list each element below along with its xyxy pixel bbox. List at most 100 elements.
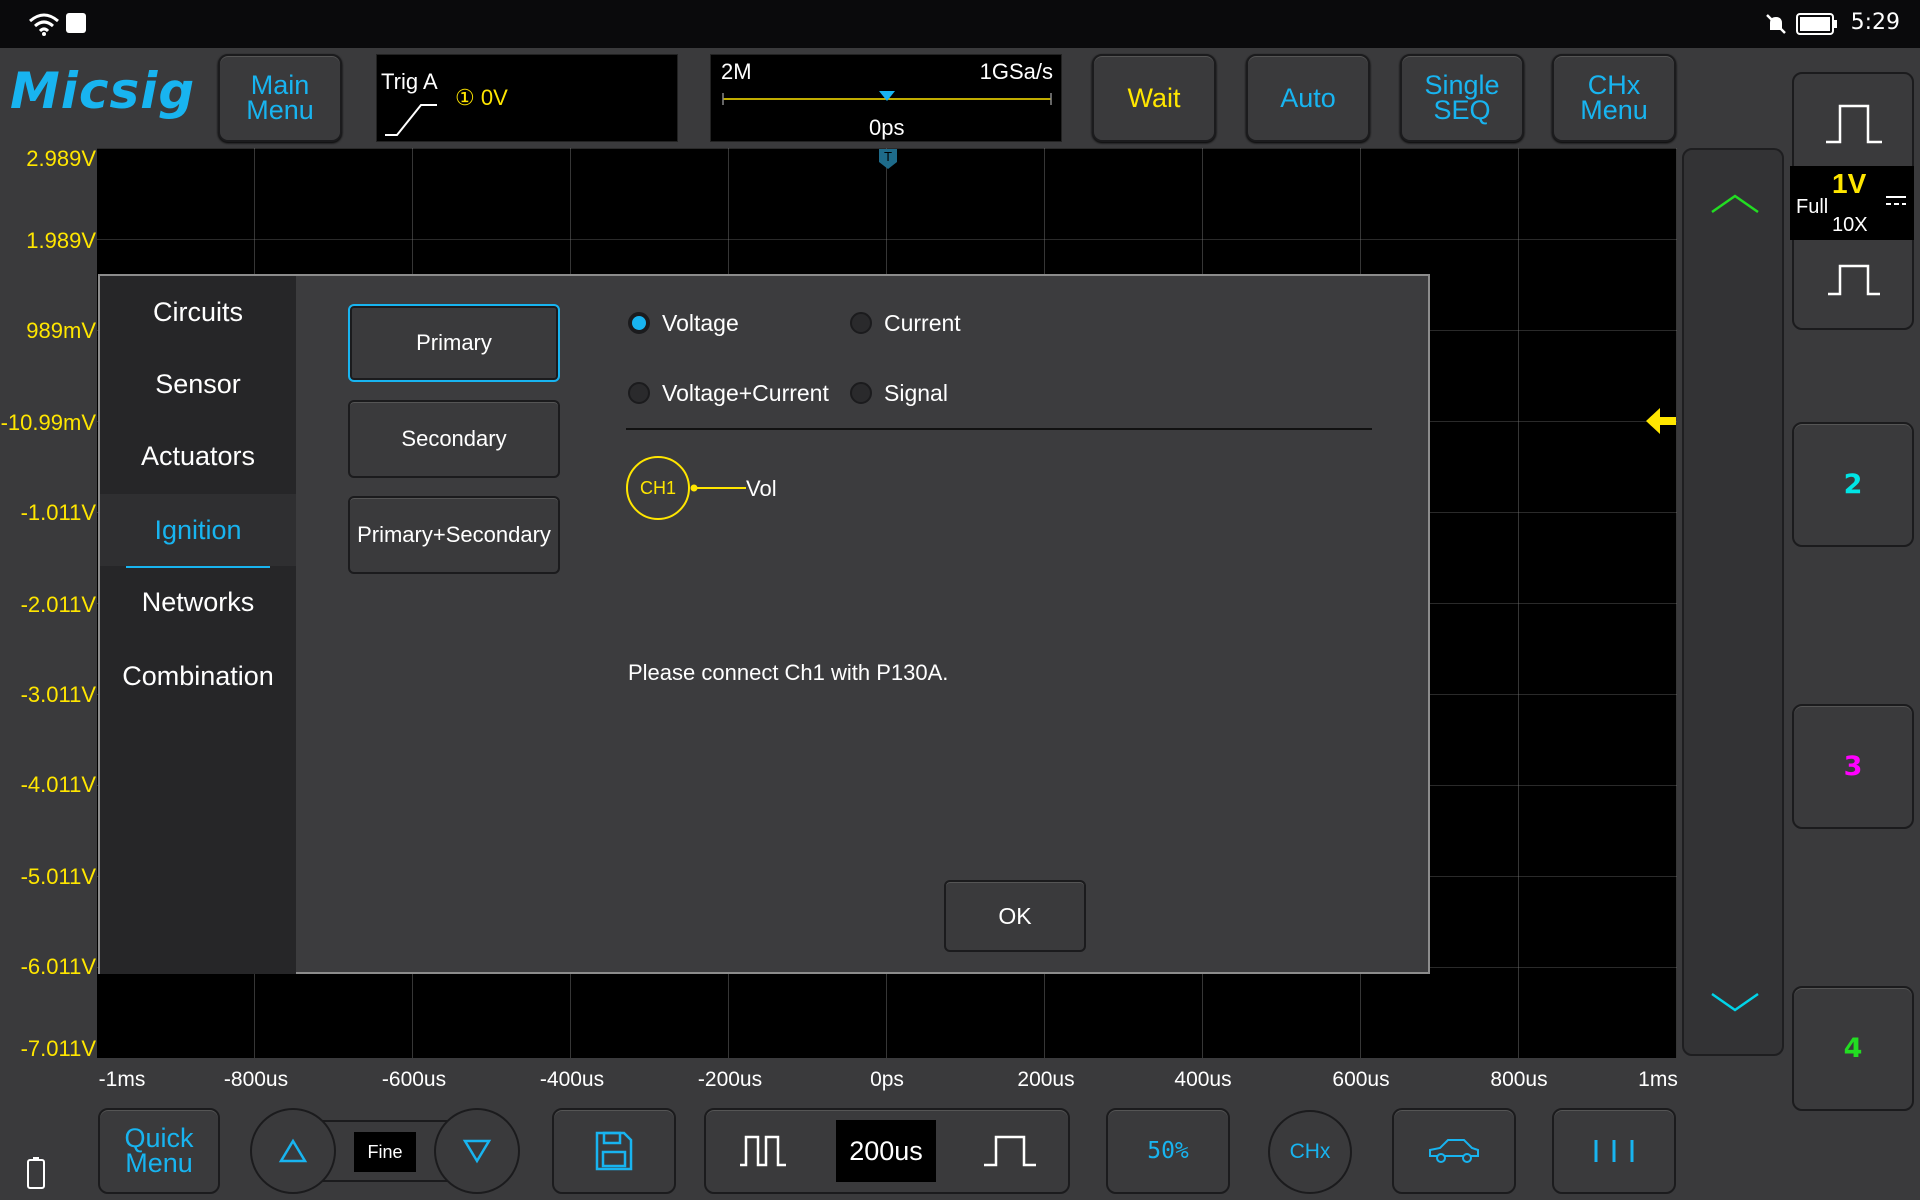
ch1-probe-indicator: CH1: [626, 456, 690, 520]
category-circuits[interactable]: Circuits: [100, 276, 296, 348]
cursor-button[interactable]: [1552, 1108, 1676, 1194]
memory-depth: 2M: [721, 59, 752, 84]
timebase-zoom-in-button[interactable]: [706, 1110, 826, 1192]
sample-rate: 1GSa/s: [979, 59, 1053, 84]
timebase-panel[interactable]: 2M 1GSa/s 0ps: [710, 54, 1062, 142]
chx-menu-button[interactable]: CHx Menu: [1552, 54, 1676, 142]
notification-icon: [66, 13, 86, 33]
category-networks[interactable]: Networks: [100, 566, 296, 638]
option-primary-secondary[interactable]: Primary+Secondary: [348, 496, 560, 574]
radio-current-label: Current: [884, 310, 961, 336]
wait-button[interactable]: Wait: [1092, 54, 1216, 142]
radio-voltage-current-label: Voltage+Current: [662, 380, 829, 406]
ch1-scale: 1V: [1832, 168, 1867, 199]
fine-toggle[interactable]: Fine: [354, 1132, 416, 1172]
time-label: 600us: [1332, 1068, 1390, 1091]
radio-voltage[interactable]: [628, 312, 650, 334]
clock: 5:29: [1850, 10, 1900, 35]
timebase-control: 200us: [704, 1108, 1070, 1194]
time-label: -400us: [539, 1068, 605, 1091]
timebase-zoom-out-button[interactable]: [950, 1110, 1070, 1192]
battery-icon: [1796, 13, 1837, 35]
category-combination[interactable]: Combination: [100, 640, 296, 712]
ok-button[interactable]: OK: [944, 880, 1086, 952]
mute-notifications-icon: [1766, 14, 1786, 34]
auto-button[interactable]: Auto: [1246, 54, 1370, 142]
voltage-label: -4.011V: [20, 772, 96, 797]
single-seq-button[interactable]: Single SEQ: [1400, 54, 1524, 142]
category-actuators[interactable]: Actuators: [100, 420, 296, 492]
radio-signal[interactable]: [850, 382, 872, 404]
automotive-button[interactable]: [1392, 1108, 1516, 1194]
voltage-label: -6.011V: [20, 954, 96, 979]
vertical-scroll-panel[interactable]: [1682, 148, 1784, 1056]
ch1-signal-label: Vol: [746, 476, 777, 501]
connection-instruction: Please connect Ch1 with P130A.: [628, 660, 949, 685]
wifi-icon: [29, 13, 59, 36]
voltage-label: -1.011V: [20, 500, 96, 525]
probe-connector-line: [690, 484, 746, 492]
voltage-label: 989mV: [26, 318, 96, 343]
trigger-50-percent-button[interactable]: 50%: [1106, 1108, 1230, 1194]
trigger-level-marker-icon[interactable]: [1644, 406, 1678, 436]
radio-voltage-current[interactable]: [628, 382, 650, 404]
voltage-label: -10.99mV: [0, 410, 96, 435]
time-label: -1ms: [98, 1068, 146, 1091]
battery-level-icon: [27, 1157, 45, 1189]
divider: [626, 428, 1372, 430]
brand-logo: Micsig: [10, 62, 196, 120]
ch4-button[interactable]: 4: [1792, 986, 1914, 1111]
ch1-probe: 10X: [1832, 214, 1868, 236]
cursor-lines-icon: [1594, 1140, 1634, 1162]
category-sidebar: Circuits Sensor Actuators Ignition Netwo…: [100, 276, 296, 974]
ch1-control[interactable]: 1V Full 10X: [1790, 72, 1914, 330]
trigger-label: Trig A: [381, 69, 438, 94]
ch1-info[interactable]: 1V Full 10X: [1790, 166, 1914, 240]
trigger-panel[interactable]: Trig A ① 0V: [376, 54, 678, 142]
trigger-position: 0ps: [869, 115, 905, 140]
memory-position-bar[interactable]: [721, 89, 1053, 109]
voltage-label: -2.011V: [20, 592, 96, 617]
time-label: 400us: [1174, 1068, 1232, 1091]
main-menu-button[interactable]: Main Menu: [218, 54, 342, 142]
decrement-button[interactable]: [434, 1108, 520, 1194]
svg-text:T: T: [883, 150, 892, 164]
option-secondary[interactable]: Secondary: [348, 400, 560, 478]
save-button[interactable]: [552, 1108, 676, 1194]
time-label: 200us: [1017, 1068, 1075, 1091]
radio-signal-label: Signal: [884, 380, 948, 406]
voltage-label: 1.989V: [26, 228, 96, 253]
trigger-position-marker-icon[interactable]: T: [878, 148, 898, 170]
pulse-train-icon: [740, 1135, 786, 1167]
voltage-label: -3.011V: [20, 682, 96, 707]
quick-menu-button[interactable]: Quick Menu: [98, 1108, 220, 1194]
ch1-bandwidth: Full: [1796, 196, 1829, 218]
time-label: -600us: [381, 1068, 447, 1091]
increment-button[interactable]: [250, 1108, 336, 1194]
time-label: -200us: [697, 1068, 763, 1091]
time-label: 800us: [1490, 1068, 1548, 1091]
ch2-button[interactable]: 2: [1792, 422, 1914, 547]
pulse-icon: [984, 1135, 1036, 1167]
pulse-icon: [1828, 264, 1880, 296]
timebase-value[interactable]: 200us: [836, 1120, 936, 1182]
time-label: -800us: [223, 1068, 289, 1091]
radio-voltage-label: Voltage: [662, 310, 739, 336]
time-label: 0ps: [870, 1068, 904, 1091]
trigger-level: ① 0V: [455, 85, 508, 110]
radio-current[interactable]: [850, 312, 872, 334]
category-sensor[interactable]: Sensor: [100, 348, 296, 420]
time-label: 1ms: [1638, 1068, 1678, 1091]
voltage-label: -7.011V: [20, 1036, 96, 1061]
status-bar: 5:29: [0, 0, 1920, 48]
category-ignition[interactable]: Ignition: [100, 494, 296, 566]
voltage-label: -5.011V: [20, 864, 96, 889]
chevron-down-icon[interactable]: [1710, 990, 1760, 1014]
option-primary[interactable]: Primary: [348, 304, 560, 382]
pulse-icon: [1826, 104, 1882, 144]
chevron-up-icon[interactable]: [1710, 192, 1760, 216]
ch3-button[interactable]: 3: [1792, 704, 1914, 829]
chx-button[interactable]: CHx: [1268, 1110, 1352, 1194]
rising-edge-icon: [385, 104, 437, 136]
triangle-up-icon: [278, 1138, 308, 1163]
